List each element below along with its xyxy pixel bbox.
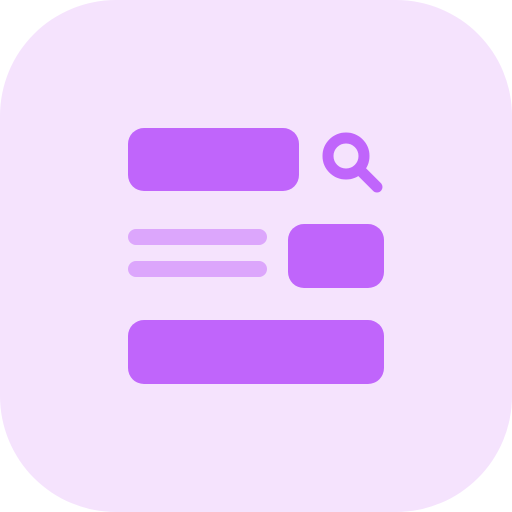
text-line-1 [128, 229, 267, 245]
search-field-block [128, 128, 299, 191]
app-icon-tile [0, 0, 512, 512]
text-line-2 [128, 261, 267, 277]
result-bar [128, 320, 384, 384]
thumbnail-block [288, 224, 384, 288]
search-icon [322, 132, 383, 193]
